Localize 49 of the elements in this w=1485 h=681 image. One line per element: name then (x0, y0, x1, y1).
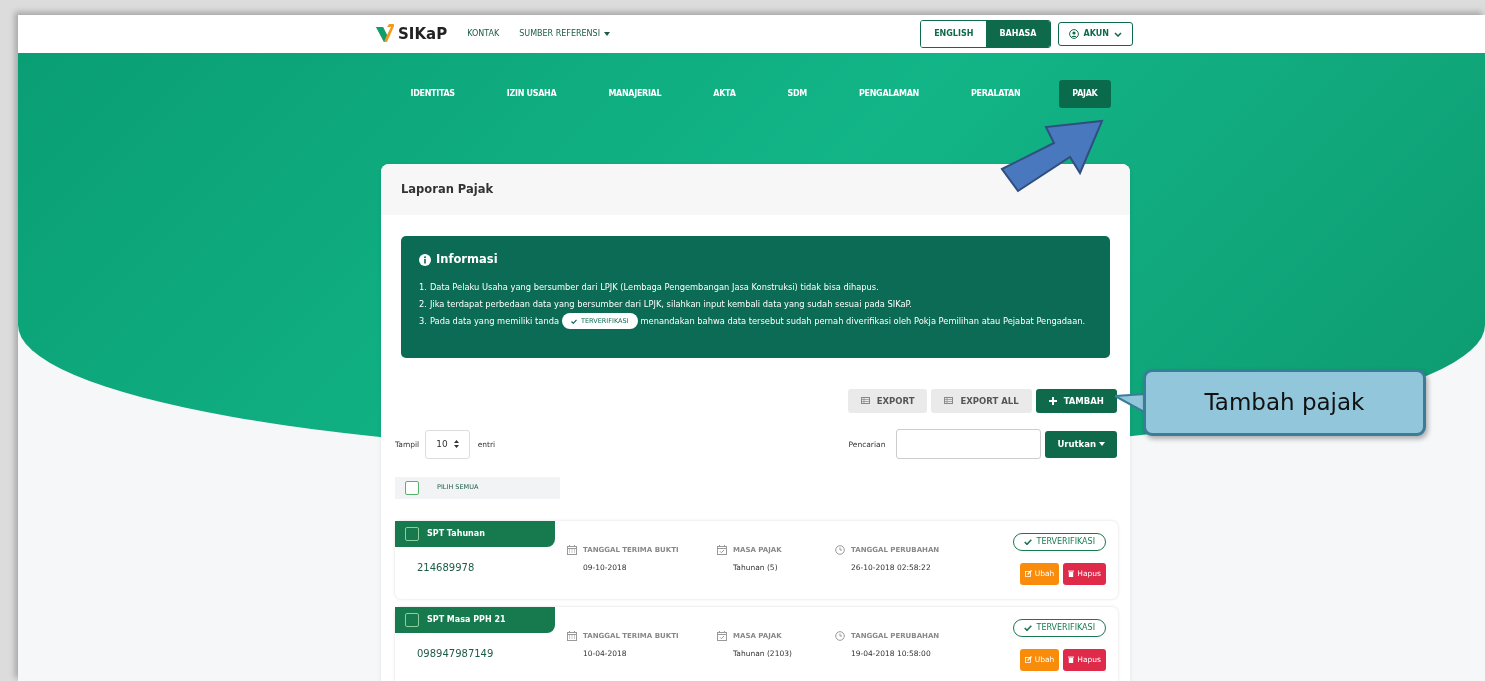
nav-link[interactable]: KONTAK (467, 28, 500, 40)
nav-link[interactable]: SUMBER REFERENSI (519, 28, 610, 40)
calendar-check-icon (717, 631, 727, 642)
spinner-icon (453, 440, 459, 449)
record-number: 098947987149 (416, 647, 495, 662)
table-icon (944, 397, 954, 405)
checkbox[interactable] (405, 613, 419, 628)
check-icon (1023, 625, 1032, 632)
checkbox[interactable] (405, 527, 419, 542)
info-text: Jika terdapat perbedaan data yang bersumber dari LPJK, silahkan input kembali data yang sudah sesuai pada SIKaP. (429, 297, 912, 311)
list-number: 2. (419, 297, 427, 311)
caret-icon (1099, 442, 1105, 447)
list-number: 3. (419, 314, 427, 328)
account-button[interactable]: AKUN (1057, 22, 1133, 46)
chevron-icon (1114, 31, 1122, 37)
plus-icon (1048, 396, 1057, 405)
calendar-icon (567, 545, 577, 556)
user-icon (1068, 29, 1079, 39)
table-icon (860, 397, 870, 405)
calendar-check-icon (717, 545, 727, 556)
info-text: Data Pelaku Usaha yang bersumber dari LPJK (Lembaga Pengembangan Jasa Konstruksi) tidak bisa dihapus. (429, 280, 879, 294)
clock-icon (835, 631, 845, 642)
check-icon (1023, 539, 1032, 546)
pencil-icon (1024, 656, 1032, 664)
export-button[interactable]: EXPORT ALL (931, 388, 1032, 414)
clock-icon (835, 545, 845, 556)
trash-icon (1068, 656, 1075, 664)
check-icon (571, 318, 577, 324)
callout-label: Tambah pajak (1143, 369, 1426, 436)
language-toggle[interactable]: BAHASA (986, 21, 1050, 47)
trash-icon (1068, 570, 1075, 578)
add-button[interactable]: TAMBAH (1035, 388, 1117, 414)
calendar-icon (567, 631, 577, 642)
checkbox[interactable] (405, 481, 419, 496)
export-button[interactable]: EXPORT (847, 388, 928, 414)
info-title: Informasi (436, 251, 498, 269)
record-type: SPT Tahunan (427, 528, 485, 541)
info-icon (419, 253, 431, 266)
pencil-icon (1024, 570, 1032, 578)
page-size-select[interactable]: 10 (425, 429, 470, 459)
tab[interactable]: PAJAK (1059, 80, 1111, 108)
list-number: 1. (419, 280, 427, 294)
search-field[interactable] (896, 429, 1042, 460)
record-number: 214689978 (416, 561, 476, 576)
record-type: SPT Masa PPH 21 (427, 614, 506, 627)
caret-icon (604, 32, 610, 36)
brand-logo[interactable]: SIKaP (374, 22, 448, 46)
card-title: Laporan Pajak (381, 164, 1130, 216)
sort-button[interactable]: Urutkan (1045, 430, 1117, 458)
